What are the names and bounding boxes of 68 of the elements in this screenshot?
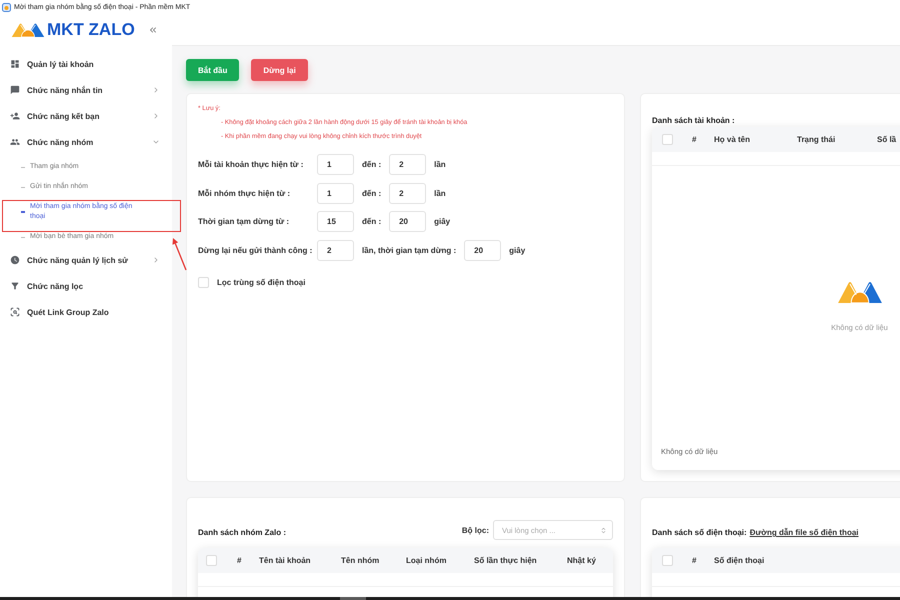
column-header: Số lần thực hiện	[474, 556, 537, 565]
number-input[interactable]: 20	[389, 211, 426, 232]
dash-icon	[21, 236, 25, 238]
user-plus-icon	[10, 111, 20, 121]
select-all-checkbox[interactable]	[206, 555, 217, 566]
column-header: Tên nhóm	[341, 556, 380, 565]
column-header: Loại nhóm	[406, 556, 446, 565]
number-input[interactable]: 1	[317, 154, 354, 175]
sidebar-item[interactable]: Chức năng nhóm	[0, 129, 172, 155]
dashboard-icon	[10, 59, 20, 69]
number-input[interactable]: 1	[317, 182, 354, 204]
dash-icon	[21, 166, 25, 168]
funnel-icon	[10, 281, 20, 291]
filter-label: Bộ lọc:	[462, 526, 489, 534]
dash-icon	[21, 186, 25, 188]
users-icon	[10, 137, 20, 147]
column-header: #	[692, 135, 696, 144]
sidebar-item[interactable]: Chức năng quản lý lịch sử	[0, 247, 172, 273]
field-label: đến :	[362, 160, 382, 169]
column-header: #	[237, 556, 242, 565]
sidebar-item[interactable]: Quản lý tài khoản	[0, 51, 172, 77]
number-input[interactable]: 2	[389, 182, 426, 204]
app-icon	[2, 2, 11, 12]
field-label: Mỗi nhóm thực hiện từ :	[198, 188, 292, 198]
dash-icon	[21, 211, 25, 213]
column-header: #	[692, 556, 696, 565]
number-input[interactable]: 2	[317, 240, 354, 260]
checkbox-label: Lọc trùng số điện thoại	[217, 278, 306, 286]
field-label: giây	[434, 217, 450, 226]
chat-bubble-icon	[10, 85, 20, 95]
field-label: Dừng lại nếu gửi thành công :	[198, 246, 314, 254]
column-header: Trạng thái	[797, 135, 836, 144]
section-title: Danh sách nhóm Zalo :	[198, 528, 286, 538]
select-all-checkbox[interactable]	[662, 555, 673, 566]
up-down-chevron-icon	[600, 526, 607, 534]
column-header: Số lầ	[877, 135, 896, 144]
field-label: giây	[509, 246, 526, 254]
scan-icon	[10, 307, 20, 317]
number-input[interactable]: 2	[389, 154, 426, 175]
field-label: đến :	[362, 188, 382, 198]
column-header: Tên tài khoản	[259, 556, 311, 565]
column-header: Họ và tên	[714, 135, 750, 144]
sidebar-item[interactable]: Chức năng nhắn tin	[0, 77, 172, 103]
stop-button[interactable]: Dừng lại	[251, 59, 308, 81]
section-title: Danh sách tài khoản :	[652, 116, 736, 126]
column-header: Số điện thoại	[714, 556, 764, 565]
empty-state-logo-icon	[836, 281, 882, 303]
sidebar-item[interactable]: Quét Link Group Zalo	[0, 299, 172, 325]
select-all-checkbox[interactable]	[662, 134, 673, 145]
section-title: Danh sách số điện thoại:	[652, 528, 747, 538]
logo-icon	[11, 23, 45, 37]
annotation-arrow	[171, 237, 188, 271]
field-label: lần, thời gian tạm dừng :	[362, 246, 456, 254]
sidebar-item[interactable]: Chức năng kết bạn	[0, 103, 172, 129]
sidebar-item[interactable]: Chức năng lọc	[0, 273, 172, 299]
field-label: Mỗi tài khoản thực hiện từ :	[198, 160, 304, 169]
clock-icon	[10, 255, 20, 265]
number-input[interactable]: 15	[317, 211, 354, 232]
field-label: Thời gian tạm dừng từ :	[198, 217, 290, 226]
file-path-link[interactable]: Đường dẫn file số điện thoại	[750, 528, 859, 538]
field-label: lần	[434, 188, 446, 198]
field-label: đến :	[362, 217, 382, 226]
brand-name: MKT ZALO	[47, 21, 135, 39]
number-input[interactable]: 20	[464, 240, 502, 260]
filter-duplicates-checkbox[interactable]	[198, 276, 209, 288]
column-header: Nhật ký	[567, 556, 596, 565]
collapse-sidebar-icon[interactable]	[148, 25, 158, 35]
field-label: lần	[434, 160, 446, 169]
